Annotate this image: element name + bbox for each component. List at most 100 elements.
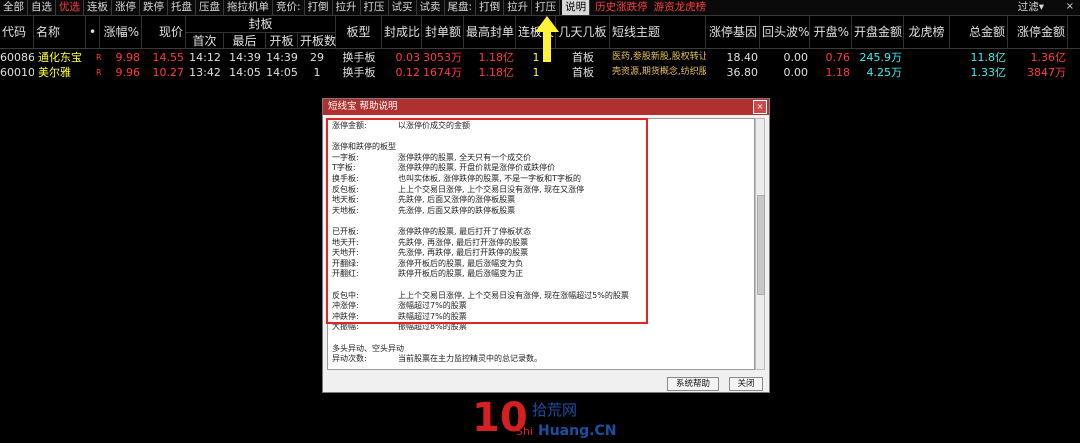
row-total-amount: 11.8亿 <box>970 51 1007 64</box>
row-price: 14.55 <box>152 51 185 64</box>
market-tab-bar: 全部 自选 优选 连板 涨停 跌停 托盘 压盘 拖拉机单 竞价: 打倒 拉升 打压 试买 试卖 尾盘: 打倒 拉升… <box>0 0 1080 16</box>
row-theme: 壳资源,期货概念,纺织服 <box>612 67 706 77</box>
tab-2[interactable]: 优选 <box>56 0 84 15</box>
filter-dropdown[interactable]: 过滤▾ <box>1018 0 1044 15</box>
tab-13[interactable]: 试买 <box>389 0 417 15</box>
row-limit-gene: 36.80 <box>726 66 759 79</box>
row-max-seal: 1.18亿 <box>478 51 515 64</box>
dialog-close-icon[interactable]: × <box>753 100 767 114</box>
row-days-boards: 首板 <box>572 51 594 64</box>
row-seal-ratio: 0.03 <box>395 51 421 64</box>
tab-11[interactable]: 拉升 <box>333 0 361 15</box>
help-term: 多头异动、空头异动 <box>332 343 404 353</box>
col-pullback[interactable]: 回头波% <box>760 16 810 48</box>
row-days-boards: 首板 <box>572 66 594 79</box>
row-seal-amount: 3053万 <box>423 51 462 64</box>
watermark-prefix: Shi <box>516 425 533 438</box>
col-open-amount[interactable]: 开盘金额 <box>852 16 904 48</box>
col-limit-gene[interactable]: 涨停基因 <box>706 16 760 48</box>
row-board-count: 29 <box>310 51 324 64</box>
dialog-title-bar[interactable]: 短线宝 帮助说明 × <box>323 99 769 115</box>
help-line: 多头异动、空头异动 <box>332 343 404 354</box>
tab-17[interactable]: 拉升 <box>504 0 533 15</box>
tab-7[interactable]: 压盘 <box>196 0 224 15</box>
row-max-seal: 1.18亿 <box>478 66 515 79</box>
col-theme[interactable]: 短线主题 <box>610 16 706 48</box>
col-seal-last[interactable]: 最后 <box>224 32 266 48</box>
close-button[interactable]: 关闭 <box>729 377 763 391</box>
row-open-amount: 4.25万 <box>866 66 903 79</box>
row-streak: 1 <box>532 66 540 79</box>
tab-18[interactable]: 打压 <box>532 0 561 15</box>
tab-19[interactable]: 说明 <box>562 0 591 15</box>
col-dot: • <box>86 16 100 48</box>
col-seal-ratio[interactable]: 封成比 <box>382 16 422 48</box>
tab-14[interactable]: 试卖 <box>417 0 445 15</box>
row-open-board: 14:39 <box>266 51 298 64</box>
site-watermark-logo: 10 拾荒网 Shi Huang.CN <box>472 395 616 441</box>
col-price[interactable]: 现价 <box>142 16 186 48</box>
watermark-en: Huang.CN <box>538 423 616 439</box>
row-seal-last: 14:39 <box>229 51 261 64</box>
row-board-type: 换手板 <box>342 66 376 79</box>
tab-8[interactable]: 拖拉机单 <box>224 0 273 15</box>
row-code: 600107 <box>0 66 34 79</box>
table-row[interactable]: 600107 美尔雅 R 9.96 10.27 13:42 14:05 14:0… <box>0 65 1080 80</box>
system-help-button[interactable]: 系统帮助 <box>667 377 719 391</box>
row-price: 10.27 <box>152 66 185 79</box>
col-change-pct[interactable]: 涨幅% <box>100 16 142 48</box>
watermark-cn: 拾荒网 <box>532 401 577 419</box>
tab-1[interactable]: 自选 <box>28 0 56 15</box>
row-board-count: 1 <box>313 66 321 79</box>
col-seal-first[interactable]: 首次 <box>186 32 224 48</box>
col-open-board[interactable]: 开板 <box>266 32 298 48</box>
help-scrollbar[interactable] <box>755 118 765 370</box>
tab-10[interactable]: 打倒 <box>305 0 333 15</box>
col-group-seal: 封板 <box>186 16 336 32</box>
col-total-amount[interactable]: 总金额 <box>950 16 1008 48</box>
annotation-arrow-icon <box>535 16 559 62</box>
tab-5[interactable]: 跌停 <box>140 0 168 15</box>
col-days-boards[interactable]: 几天几板 <box>556 16 610 48</box>
row-limit-amount: 1.36亿 <box>1030 51 1067 64</box>
tab-21[interactable]: 游资龙虎榜 <box>651 0 710 15</box>
row-theme: 医药,参股新股,股权转让, <box>612 52 706 62</box>
row-change-pct: 9.98 <box>115 51 141 64</box>
row-seal-amount: 1674万 <box>423 66 462 79</box>
help-line: 异动次数: 当前股票在主力监控精灵中的总记录数。 <box>332 354 542 364</box>
row-flag: R <box>96 68 102 77</box>
help-definition: 当前股票在主力监控精灵中的总记录数。 <box>398 354 542 364</box>
row-code: 600867 <box>0 51 34 64</box>
row-open-amount: 245.9万 <box>859 51 903 64</box>
row-seal-first: 13:42 <box>189 66 221 79</box>
col-dragon-tiger[interactable]: 龙虎榜 <box>904 16 950 48</box>
row-pullback: 0.00 <box>783 51 809 64</box>
tab-0[interactable]: 全部 <box>0 0 28 15</box>
close-icon[interactable]: × <box>1066 0 1074 15</box>
row-open-board: 14:05 <box>266 66 298 79</box>
tab-4[interactable]: 涨停 <box>112 0 140 15</box>
dialog-title: 短线宝 帮助说明 <box>328 101 398 112</box>
tab-12[interactable]: 打压 <box>361 0 389 15</box>
row-seal-last: 14:05 <box>229 66 261 79</box>
col-board-count[interactable]: 开板数 <box>298 32 336 48</box>
tab-6[interactable]: 托盘 <box>168 0 196 15</box>
col-max-seal[interactable]: 最高封单 <box>464 16 516 48</box>
scrollbar-thumb[interactable] <box>757 195 765 295</box>
col-code[interactable]: 代码 <box>0 16 34 48</box>
row-total-amount: 1.33亿 <box>970 66 1007 79</box>
col-seal-amount[interactable]: 封单额 <box>422 16 464 48</box>
col-name[interactable]: 名称 <box>34 16 86 48</box>
tab-15[interactable]: 尾盘: <box>445 0 477 15</box>
col-open-pct[interactable]: 开盘% <box>810 16 852 48</box>
help-dialog: 短线宝 帮助说明 × 涨停金额: 以涨停价成交的金额 涨停和跌停的板型 一字板: 涨停跌… <box>322 98 770 393</box>
tab-9[interactable]: 竞价: <box>273 0 305 15</box>
row-open-pct: 1.18 <box>825 66 851 79</box>
tab-20[interactable]: 历史涨跌停 <box>592 0 651 15</box>
row-limit-gene: 18.40 <box>726 51 759 64</box>
tab-16[interactable]: 打倒 <box>476 0 505 15</box>
tab-3[interactable]: 连板 <box>84 0 112 15</box>
col-board-type[interactable]: 板型 <box>336 16 382 48</box>
col-limit-amount[interactable]: 涨停金额 <box>1008 16 1068 48</box>
row-flag: R <box>96 53 102 62</box>
